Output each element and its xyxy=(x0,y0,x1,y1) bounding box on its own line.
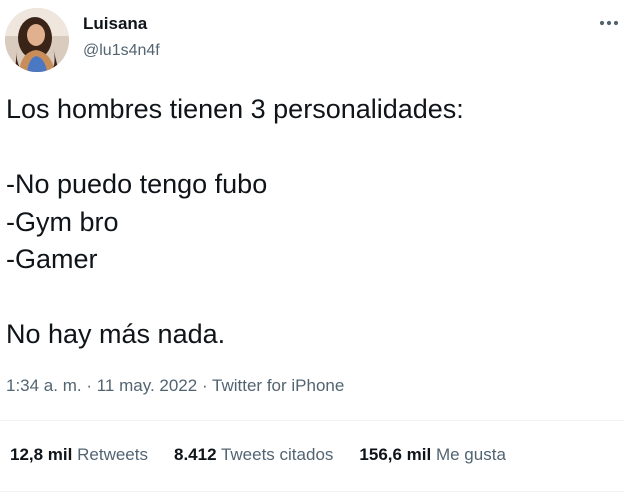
user-handle[interactable]: @lu1s4n4f xyxy=(83,42,160,60)
meta-separator: · xyxy=(81,376,97,395)
likes-stat[interactable]: 156,6 mil Me gusta xyxy=(359,445,506,465)
more-options-button[interactable] xyxy=(596,12,622,34)
divider xyxy=(0,420,624,421)
tweet-card: Luisana @lu1s4n4f Los hombres tienen 3 p… xyxy=(0,0,624,498)
tweet-source-link[interactable]: Twitter for iPhone xyxy=(212,376,344,395)
divider xyxy=(0,491,624,492)
retweets-count: 12,8 mil xyxy=(10,445,73,464)
display-name[interactable]: Luisana xyxy=(83,14,147,34)
tweet-line: -No puedo tengo fubo xyxy=(6,169,268,199)
quote-tweets-label: Tweets citados xyxy=(220,445,334,464)
tweet-date[interactable]: 11 may. 2022 xyxy=(97,376,198,395)
quote-tweets-stat[interactable]: 8.412 Tweets citados xyxy=(174,445,333,465)
tweet-stats: 12,8 mil Retweets 8.412 Tweets citados 1… xyxy=(10,445,506,465)
tweet-line: -Gym bro xyxy=(6,206,119,237)
tweet-line: Los hombres tienen 3 personalidades: xyxy=(6,94,464,124)
quote-tweets-count: 8.412 xyxy=(173,445,217,464)
tweet-line: -Gamer xyxy=(6,244,98,274)
meta-separator: · xyxy=(197,376,213,395)
likes-count: 156,6 mil xyxy=(359,445,432,464)
tweet-metadata: 1:34 a. m. · 11 may. 2022 · Twitter for … xyxy=(6,376,344,396)
likes-label: Me gusta xyxy=(435,445,506,464)
tweet-text: Los hombres tienen 3 personalidades: -No… xyxy=(6,91,616,354)
tweet-time[interactable]: 1:34 a. m. xyxy=(6,376,82,395)
more-horizontal-icon xyxy=(599,20,619,26)
retweets-label: Retweets xyxy=(77,445,148,464)
avatar[interactable] xyxy=(5,8,69,72)
profile-photo-icon xyxy=(5,8,69,72)
retweets-stat[interactable]: 12,8 mil Retweets xyxy=(10,445,148,465)
tweet-line: No hay más nada. xyxy=(6,319,226,349)
